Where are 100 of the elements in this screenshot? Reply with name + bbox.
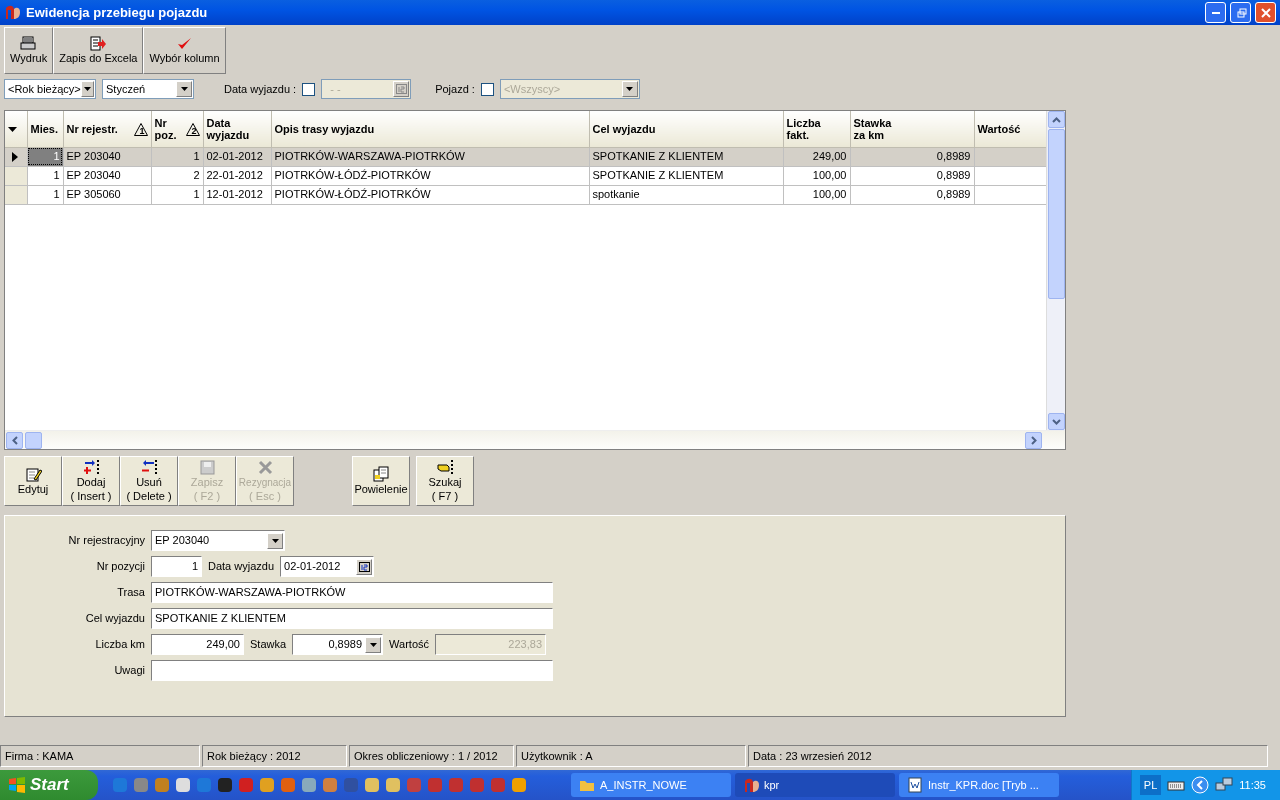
app-icon[interactable]	[154, 777, 170, 793]
minimize-button[interactable]	[1205, 2, 1226, 23]
field-label: Nr pozycji	[95, 559, 145, 575]
status-text: Użytkownik : A	[516, 745, 746, 767]
vertical-scrollbar[interactable]	[1046, 111, 1065, 430]
taskbar-button[interactable]: A_INSTR_NOWE	[571, 773, 731, 797]
year-dropdown[interactable]: <Rok bieżący>	[4, 79, 96, 99]
horizontal-scrollbar[interactable]	[5, 430, 1065, 449]
table-cell: 22-01-2012	[203, 166, 271, 185]
column-header[interactable]: Opis trasy wyjazdu	[271, 111, 589, 147]
table-cell: 1	[151, 185, 203, 204]
action-button[interactable]: Dodaj ( Insert )	[62, 456, 120, 506]
pencil-paper-icon	[24, 466, 42, 482]
toolbar-button[interactable]: Wybór kolumn	[143, 27, 226, 74]
chevron-left-icon	[1191, 776, 1210, 794]
column-header[interactable]: Wartość	[974, 111, 1046, 147]
start-button[interactable]: Start	[0, 770, 98, 800]
table-cell: spotkanie	[589, 185, 783, 204]
status-text: Rok bieżący : 2012	[202, 745, 347, 767]
column-header[interactable]: Mies.	[27, 111, 63, 147]
table-cell: 12-01-2012	[203, 185, 271, 204]
purpose-field[interactable]: SPOTKANIE Z KLIENTEM	[151, 608, 553, 629]
app-logo-icon	[743, 777, 759, 793]
app-icon[interactable]	[217, 777, 233, 793]
add-row-icon	[82, 459, 100, 475]
caret-icon	[180, 87, 188, 91]
column-header[interactable]: Nr rejestr. 1	[63, 111, 151, 147]
chevron-left-icon	[11, 435, 18, 445]
toolbar-button[interactable]: Wydruk	[4, 27, 54, 74]
window-title: Ewidencja przebiegu pojazdu	[26, 3, 208, 22]
taskbar-button[interactable]: kpr	[735, 773, 895, 797]
keyboard-icon	[1167, 779, 1186, 791]
caret-icon	[83, 87, 91, 91]
date-field[interactable]: 02-01-2012	[280, 556, 375, 577]
column-header[interactable]: Stawka za km	[850, 111, 974, 147]
field-label: Uwagi	[113, 663, 145, 679]
app-icon[interactable]	[385, 777, 401, 793]
close-icon	[1259, 6, 1272, 19]
remove-row-icon	[140, 459, 158, 475]
position-field[interactable]: 1	[151, 556, 202, 577]
app-icon[interactable]	[301, 777, 317, 793]
calendar-button[interactable]	[356, 558, 373, 575]
notes-field[interactable]	[151, 660, 553, 681]
chevron-up-icon	[1051, 116, 1061, 123]
toolbar-button[interactable]: Zapis do Excela	[53, 27, 144, 74]
app-icon[interactable]	[259, 777, 275, 793]
maximize-icon	[1234, 6, 1247, 19]
maximize-button[interactable]	[1230, 2, 1251, 23]
app-icon[interactable]	[322, 777, 338, 793]
dropdown-button[interactable]	[267, 532, 283, 549]
table-cell: PIOTRKÓW-ŁÓDŹ-PIOTRKÓW	[271, 185, 589, 204]
app-icon[interactable]	[364, 777, 380, 793]
scroll-left-button[interactable]	[6, 431, 23, 449]
field-label: Nr rejestracyjny	[67, 533, 145, 549]
column-header[interactable]: Liczba fakt.	[783, 111, 850, 147]
cross-icon	[256, 459, 274, 475]
filter-label: Data wyjazdu :	[224, 81, 297, 97]
field-label: Wartość	[389, 637, 429, 653]
field-label: Liczba km	[94, 637, 145, 653]
table-cell: 0,8989	[850, 166, 974, 185]
dropdown-button[interactable]	[80, 81, 94, 97]
dropdown-button[interactable]	[365, 636, 382, 653]
sort-icon: 1	[133, 122, 148, 136]
scroll-down-button[interactable]	[1047, 413, 1065, 430]
app-icon[interactable]	[175, 777, 191, 793]
close-button[interactable]	[1255, 2, 1276, 23]
scroll-thumb[interactable]	[25, 431, 42, 449]
caret-icon	[369, 642, 377, 647]
table-cell: EP 305060	[63, 185, 151, 204]
action-button[interactable]: Szukaj ( F7 )	[416, 456, 474, 506]
action-button[interactable]: Usuń ( Delete )	[120, 456, 178, 506]
table-cell: 1	[27, 185, 63, 204]
chevron-right-icon	[1030, 435, 1037, 445]
sheet-arrow-icon	[89, 36, 107, 52]
rate-dropdown[interactable]: 0,8989	[292, 634, 384, 655]
route-field[interactable]: PIOTRKÓW-WARSZAWA-PIOTRKÓW	[151, 582, 553, 603]
table-cell: 100,00	[783, 185, 850, 204]
filter-label: Pojazd :	[435, 81, 475, 97]
taskbar-button[interactable]: Instr_KPR.doc [Tryb ...	[899, 773, 1059, 797]
scroll-right-button[interactable]	[1025, 431, 1042, 449]
dropdown-button[interactable]	[176, 81, 192, 97]
table-cell: 100,00	[783, 166, 850, 185]
chevron-down-icon	[1051, 418, 1061, 425]
windows-flag-icon	[8, 776, 26, 794]
status-text: Data : 23 wrzesień 2012	[748, 745, 1268, 767]
action-button[interactable]: Powielenie	[352, 456, 410, 506]
caret-icon	[271, 538, 279, 543]
column-header[interactable]: Data wyjazdu	[203, 111, 271, 147]
language-indicator[interactable]: PL	[1139, 774, 1162, 796]
action-button[interactable]: Edytuj	[4, 456, 62, 506]
scroll-up-button[interactable]	[1047, 111, 1065, 128]
clock: 11:35	[1239, 777, 1266, 793]
month-dropdown[interactable]: Styczeń	[102, 79, 194, 99]
column-header[interactable]: Nr poz. 2	[151, 111, 203, 147]
distance-field[interactable]: 249,00	[151, 634, 244, 655]
column-header[interactable]: Cel wyjazdu	[589, 111, 783, 147]
app-icon[interactable]	[511, 777, 527, 793]
registration-dropdown[interactable]: EP 203040	[151, 530, 285, 551]
scroll-thumb[interactable]	[1047, 129, 1065, 299]
row-pointer-icon	[12, 152, 18, 163]
